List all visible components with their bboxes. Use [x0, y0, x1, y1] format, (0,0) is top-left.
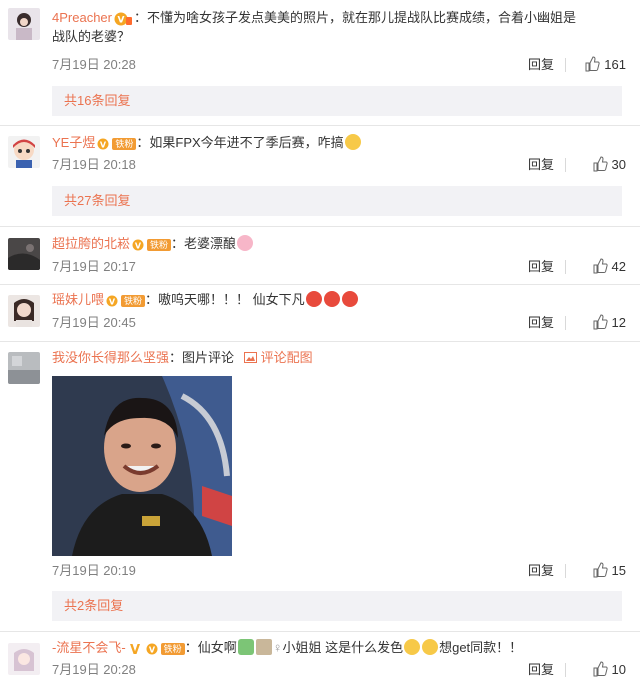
comment-text: 仙女啊 — [197, 640, 237, 655]
comment-time: 7月19日 20:45 — [52, 315, 136, 330]
like-count: 12 — [611, 315, 626, 330]
divider — [0, 341, 640, 342]
comment-text-cont: 战队的老婆？ — [52, 29, 131, 44]
pig-emoji-icon — [237, 235, 254, 251]
verified-v-icon: V — [128, 642, 142, 658]
crying-emoji-icon — [404, 639, 421, 655]
comment-text: 如果FPX今年进不了季后赛，咋搞 — [149, 135, 344, 150]
avatar[interactable] — [8, 136, 40, 168]
like-button[interactable]: 10 — [592, 660, 626, 680]
like-count: 161 — [604, 57, 626, 72]
username-link[interactable]: 我没你长得那么坚强 — [52, 350, 169, 365]
svg-text:V: V — [100, 140, 107, 149]
heart-eyes-emoji-icon — [305, 291, 322, 307]
username-link[interactable]: 瑶妹儿喂 — [52, 292, 104, 307]
fan-badge: 铁粉 — [121, 294, 146, 307]
comment-text: 嗷呜天哪！！！ 仙女下凡 — [158, 292, 305, 307]
reply-button[interactable]: 回复 — [528, 561, 554, 581]
comment-time: 7月19日 20:18 — [52, 157, 136, 172]
username-link[interactable]: -流星不会飞- — [52, 640, 126, 655]
fan-badge: 铁粉 — [147, 238, 172, 251]
female-symbol-icon: ♀ — [272, 640, 283, 655]
comment-time: 7月19日 20:28 — [52, 57, 136, 72]
divider — [0, 284, 640, 285]
like-count: 42 — [611, 259, 626, 274]
like-button[interactable]: 12 — [592, 313, 626, 333]
image-comment-link[interactable]: 评论配图 — [243, 350, 313, 365]
reply-button[interactable]: 回复 — [528, 155, 554, 175]
svg-text:V: V — [118, 15, 125, 25]
like-button[interactable]: 161 — [584, 55, 626, 75]
heart-eyes-emoji-icon — [341, 291, 358, 307]
crying-emoji-icon — [422, 639, 439, 655]
username-link[interactable]: YE子煜 — [52, 135, 95, 150]
thumbs-up-icon — [593, 258, 608, 274]
comment-text: 不懂为啥女孩子发点美美的照片，就在那儿提战队比赛成绩，合着小幽姐是 — [147, 10, 577, 25]
worship-emoji-icon — [237, 639, 254, 655]
vip-badge-icon: V — [146, 642, 158, 656]
avatar[interactable] — [8, 352, 40, 384]
heart-eyes-emoji-icon — [323, 291, 340, 307]
view-more-replies[interactable]: 共16条回复 — [52, 86, 622, 116]
divider — [0, 631, 640, 632]
like-count: 30 — [611, 157, 626, 172]
thumbs-up-icon — [593, 562, 608, 578]
fan-badge: 铁粉 — [112, 137, 137, 150]
username-link[interactable]: 超拉胯的北崧 — [52, 236, 130, 251]
reply-button[interactable]: 回复 — [528, 55, 554, 75]
vip-badge-icon: V — [106, 294, 118, 308]
divider — [0, 125, 640, 126]
reply-button[interactable]: 回复 — [528, 257, 554, 277]
avatar[interactable] — [8, 238, 40, 270]
username-link[interactable]: 4Preacher — [52, 10, 112, 25]
comment-image[interactable] — [52, 376, 232, 556]
avatar[interactable] — [8, 8, 40, 40]
like-count: 10 — [611, 662, 626, 677]
avatar[interactable] — [8, 643, 40, 675]
image-comment-label: 评论配图 — [260, 350, 313, 365]
svg-text:V: V — [130, 643, 140, 656]
svg-text:V: V — [135, 241, 142, 250]
vip-badge-icon: V — [132, 238, 144, 252]
fan-badge: 铁粉 — [160, 642, 185, 655]
comment-time: 7月19日 20:28 — [52, 662, 136, 677]
comment-time: 7月19日 20:19 — [52, 563, 136, 578]
comment-text: 图片评论 — [182, 350, 235, 365]
vip-badge-icon: V — [114, 12, 132, 26]
thumbs-up-icon — [593, 661, 608, 677]
vip-badge-icon: V — [97, 137, 109, 151]
image-icon — [243, 352, 257, 363]
thumbs-up-icon — [593, 156, 608, 172]
like-button[interactable]: 15 — [592, 561, 626, 581]
reply-button[interactable]: 回复 — [528, 313, 554, 333]
like-button[interactable]: 30 — [592, 155, 626, 175]
comment-text-c: 想get同款！！ — [439, 640, 523, 655]
like-button[interactable]: 42 — [592, 257, 626, 277]
box-emoji-icon — [255, 639, 272, 655]
divider — [0, 226, 640, 227]
thumbs-up-icon — [585, 56, 600, 72]
svg-text:V: V — [149, 645, 156, 654]
laugh-cry-emoji-icon — [344, 134, 361, 150]
comment-text: 老婆漂酿 — [184, 236, 237, 251]
thumbs-up-icon — [593, 314, 608, 330]
avatar[interactable] — [8, 295, 40, 327]
reply-button[interactable]: 回复 — [528, 660, 554, 680]
comment-time: 7月19日 20:17 — [52, 259, 136, 274]
svg-text:V: V — [109, 297, 116, 306]
comment-text-b: 小姐姐 这是什么发色 — [282, 640, 404, 655]
view-more-replies[interactable]: 共27条回复 — [52, 186, 622, 216]
view-more-replies[interactable]: 共2条回复 — [52, 591, 622, 621]
like-count: 15 — [611, 563, 626, 578]
